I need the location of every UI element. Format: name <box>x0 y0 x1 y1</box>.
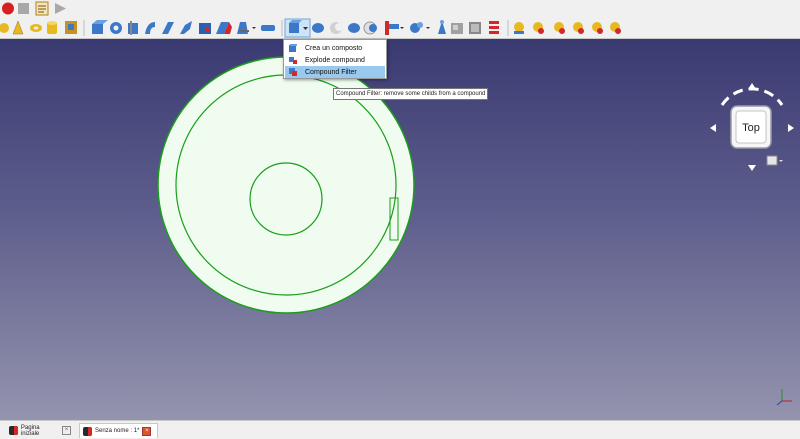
arrow-right-icon[interactable] <box>788 124 794 132</box>
rotate-arc-icon[interactable] <box>720 87 784 106</box>
measure-clear-all-icon[interactable] <box>573 22 584 34</box>
compound-filter-icon <box>289 68 297 76</box>
make-face-icon[interactable] <box>199 23 211 34</box>
navcube-label: Top <box>742 122 760 134</box>
explode-compound-icon <box>289 57 297 64</box>
join-features-icon[interactable] <box>410 22 430 33</box>
macro-editor-icon[interactable] <box>35 1 49 16</box>
extrude-icon[interactable] <box>110 22 122 34</box>
freecad-icon <box>9 426 18 435</box>
document-tab-bar: Pagina iniziale × Senza nome : 1* × <box>0 420 800 439</box>
section-icon[interactable] <box>385 21 404 35</box>
defeaturing-icon[interactable] <box>451 23 463 34</box>
sphere-icon[interactable] <box>0 23 9 33</box>
measure-refresh-icon[interactable] <box>554 22 565 34</box>
measure-toggle-3d-icon[interactable] <box>592 22 603 34</box>
menu-item-compound-filter[interactable]: Compound Filter <box>285 66 385 78</box>
measure-toggle-delta-icon[interactable] <box>610 22 621 34</box>
arrow-left-icon[interactable] <box>710 124 716 132</box>
arrow-down-icon[interactable] <box>748 165 756 171</box>
check-geometry-icon[interactable] <box>438 20 446 34</box>
menu-item-explode-compound[interactable]: Explode compound <box>285 54 385 66</box>
part-toolbar <box>0 17 800 39</box>
tab-label: Pagina iniziale <box>20 424 40 437</box>
torus-icon[interactable] <box>30 24 42 32</box>
tab-label: Senza nome : 1* <box>95 428 140 434</box>
offset-icon[interactable] <box>489 21 499 34</box>
chamfer-icon[interactable] <box>180 21 192 34</box>
sweep-icon[interactable] <box>261 25 275 31</box>
mirror-icon[interactable] <box>145 22 155 34</box>
revolve-icon[interactable] <box>128 21 138 35</box>
tab-start-page[interactable]: Pagina iniziale × <box>6 423 74 438</box>
create-primitives-icon[interactable] <box>65 21 77 34</box>
arrow-up-icon[interactable] <box>748 83 756 89</box>
fillet-icon[interactable] <box>162 22 174 34</box>
make-compound-icon <box>289 44 297 52</box>
loft-icon[interactable] <box>237 22 249 34</box>
menu-item-make-compound[interactable]: Crea un composto <box>285 42 385 54</box>
close-icon[interactable]: × <box>142 426 152 436</box>
boolean-icon[interactable] <box>312 23 324 33</box>
common-icon[interactable] <box>363 21 377 35</box>
thickness-icon[interactable] <box>469 22 481 34</box>
fusion-icon[interactable] <box>348 23 360 33</box>
shape-builder-icon[interactable] <box>92 20 108 34</box>
menu-item-label: Compound Filter <box>305 68 357 76</box>
close-icon[interactable]: × <box>62 426 71 435</box>
measure-angular-icon[interactable] <box>533 22 544 34</box>
stop-macro-icon[interactable] <box>18 3 29 14</box>
cone-icon[interactable] <box>12 20 24 35</box>
record-macro-icon[interactable] <box>2 2 14 15</box>
measure-linear-icon[interactable] <box>514 22 524 34</box>
dropdown-arrow-icon[interactable] <box>252 27 256 29</box>
menu-item-label: Explode compound <box>305 56 365 64</box>
freecad-icon <box>83 426 92 436</box>
compound-dropdown-menu: Crea un composto Explode compound Compou… <box>283 39 387 79</box>
macro-toolbar <box>0 0 800 17</box>
navcube-menu-icon[interactable] <box>766 155 783 166</box>
compound-tools-button[interactable] <box>284 18 311 38</box>
ruled-surface-icon[interactable] <box>216 22 232 34</box>
tooltip: Compound Filter: remove some childs from… <box>333 88 489 100</box>
axis-cross-icon <box>776 389 792 406</box>
cut-icon[interactable] <box>330 22 343 34</box>
run-macro-icon[interactable] <box>55 3 66 14</box>
navigation-cube[interactable]: Top <box>708 81 796 171</box>
tube-icon[interactable] <box>47 21 57 34</box>
menu-item-label: Crea un composto <box>305 44 363 52</box>
tab-document[interactable]: Senza nome : 1* × <box>79 423 158 438</box>
